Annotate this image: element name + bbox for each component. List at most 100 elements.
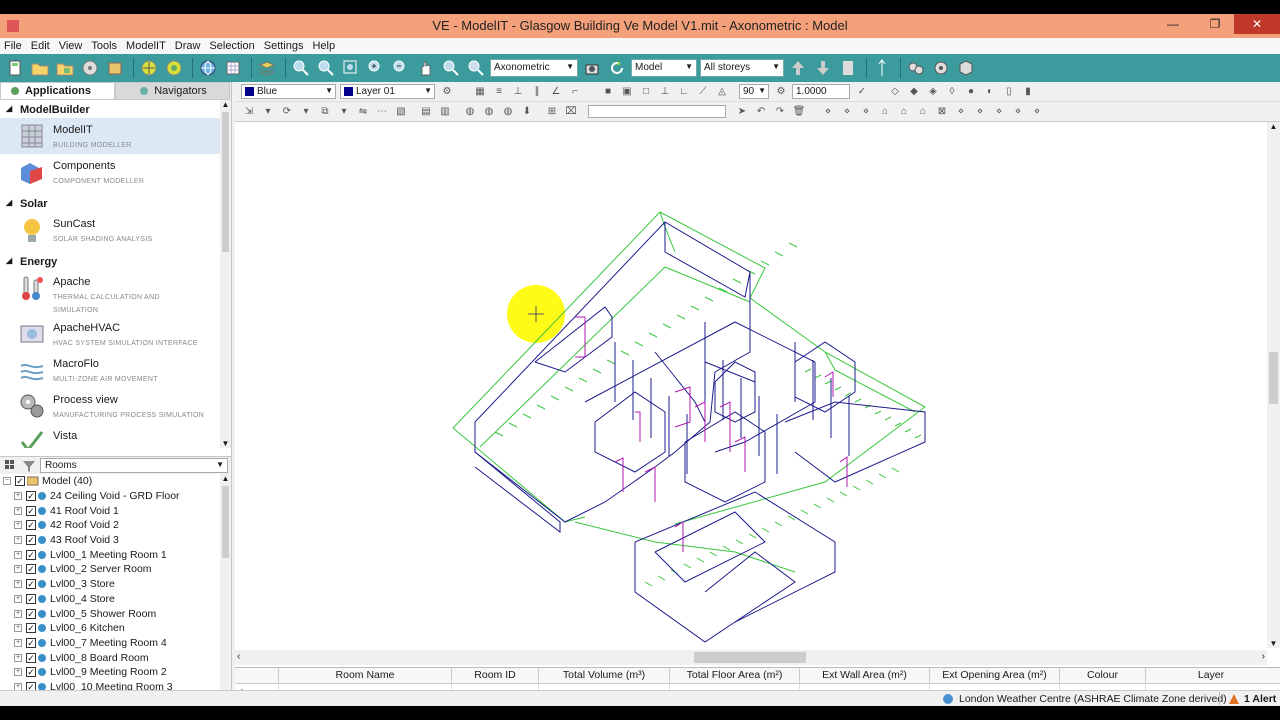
- tree-item[interactable]: + ✓ Lvl00_4 Store: [0, 592, 220, 607]
- camera-icon[interactable]: [581, 57, 603, 79]
- collapse-icon[interactable]: −: [3, 477, 11, 486]
- app-apachehvac[interactable]: ApacheHVAC HVAC SYSTEM SIMULATION INTERFA…: [0, 316, 220, 352]
- snapshot-icon[interactable]: ⊞: [544, 104, 560, 120]
- vertex-10-icon[interactable]: ⋄: [991, 104, 1007, 120]
- menu-file[interactable]: File: [4, 40, 22, 52]
- checkbox[interactable]: ✓: [26, 564, 36, 575]
- page-icon[interactable]: [837, 57, 859, 79]
- scroll-up-icon[interactable]: ▲: [220, 100, 231, 109]
- menu-modelit[interactable]: ModelIT: [126, 40, 166, 52]
- col-ext-wall-area[interactable]: Ext Wall Area (m²): [800, 668, 930, 683]
- tab-navigators[interactable]: Navigators: [115, 82, 230, 100]
- expand-icon[interactable]: +: [14, 609, 22, 618]
- zoom-previous-icon[interactable]: [440, 57, 462, 79]
- checkbox[interactable]: ✓: [26, 652, 36, 663]
- col-room-id[interactable]: Room ID: [452, 668, 539, 683]
- menu-selection[interactable]: Selection: [209, 40, 254, 52]
- menu-help[interactable]: Help: [312, 40, 335, 52]
- colour-select[interactable]: Blue ▼: [241, 84, 336, 99]
- lock-icon[interactable]: ■: [600, 84, 616, 100]
- checkbox[interactable]: ✓: [26, 549, 36, 560]
- storey-up-icon[interactable]: [787, 57, 809, 79]
- tree-root[interactable]: − ✓ Model (40): [0, 474, 220, 489]
- checkbox[interactable]: ✓: [26, 520, 36, 531]
- expand-icon[interactable]: +: [14, 638, 22, 647]
- zoom-window-icon[interactable]: [340, 57, 362, 79]
- snap-ortho-icon[interactable]: ⊥: [510, 84, 526, 100]
- layers-icon[interactable]: [256, 57, 278, 79]
- snap-edge-icon[interactable]: ⌐: [567, 84, 583, 100]
- open-folder-icon[interactable]: [29, 57, 51, 79]
- tree-item[interactable]: + ✓ 41 Roof Void 1: [0, 503, 220, 518]
- zoom-fit-icon[interactable]: [290, 57, 312, 79]
- zoom-next-icon[interactable]: [465, 57, 487, 79]
- draw-tool-2-icon[interactable]: ◆: [906, 84, 922, 100]
- grid-view-icon[interactable]: [4, 459, 18, 473]
- settings-cogs-icon[interactable]: [905, 57, 927, 79]
- extrude-icon[interactable]: ⇲: [241, 104, 257, 120]
- sphere-3-icon[interactable]: ◍: [500, 104, 516, 120]
- filter-icon[interactable]: [22, 459, 36, 473]
- minimize-button[interactable]: —: [1158, 14, 1188, 34]
- snap-lines-icon[interactable]: ≡: [491, 84, 507, 100]
- command-input[interactable]: [588, 105, 726, 118]
- canvas-vscrollbar[interactable]: ▲ ▼: [1267, 122, 1280, 648]
- open-model-icon[interactable]: [54, 57, 76, 79]
- canvas-hscrollbar[interactable]: ‹ ›: [235, 650, 1267, 665]
- draw-tool-6-icon[interactable]: ◐: [982, 84, 998, 100]
- weather-location[interactable]: London Weather Centre (ASHRAE Climate Zo…: [959, 693, 1227, 705]
- diagonal-icon[interactable]: ⟋: [695, 84, 711, 100]
- scroll-down-icon[interactable]: ▼: [220, 439, 231, 448]
- zoom-in-icon[interactable]: [315, 57, 337, 79]
- rotate-dropdown-icon[interactable]: ▾: [298, 104, 314, 120]
- copy-dropdown-icon[interactable]: ▾: [336, 104, 352, 120]
- col-total-volume[interactable]: Total Volume (m³): [539, 668, 670, 683]
- alert-count[interactable]: 1 Alert: [1244, 693, 1276, 705]
- scroll-left-icon[interactable]: ‹: [237, 651, 240, 662]
- tree-item[interactable]: + ✓ Lvl00_1 Meeting Room 1: [0, 547, 220, 562]
- view-select[interactable]: Axonometric ▼: [490, 59, 578, 77]
- scroll-right-icon[interactable]: ›: [1262, 651, 1265, 662]
- snap-grid-icon[interactable]: ▦: [472, 84, 488, 100]
- scale-input[interactable]: 1.0000: [792, 84, 850, 99]
- group-solar[interactable]: ◢ Solar: [0, 194, 220, 212]
- sphere-icon[interactable]: ◍: [462, 104, 478, 120]
- expand-icon[interactable]: +: [14, 653, 22, 662]
- angle-select[interactable]: 90 ▼: [739, 84, 769, 99]
- extrude-dropdown-icon[interactable]: ▾: [260, 104, 276, 120]
- grid-sheet-icon[interactable]: [222, 57, 244, 79]
- expand-icon[interactable]: +: [14, 492, 22, 501]
- archive-icon[interactable]: [104, 57, 126, 79]
- app-modelit[interactable]: ModelIT BUILDING MODELLER: [0, 118, 220, 154]
- vertex-1-icon[interactable]: ⋄: [820, 104, 836, 120]
- disc-icon[interactable]: [79, 57, 101, 79]
- group-modelbuilder[interactable]: ◢ ModelBuilder: [0, 100, 220, 118]
- checkbox[interactable]: ✓: [26, 623, 36, 634]
- pointer-icon[interactable]: ➤: [734, 104, 750, 120]
- scale-icon[interactable]: ⚙: [773, 84, 789, 100]
- menu-edit[interactable]: Edit: [31, 40, 50, 52]
- pan-hand-icon[interactable]: [415, 57, 437, 79]
- vertex-3-icon[interactable]: ⋄: [858, 104, 874, 120]
- checkbox[interactable]: ✓: [26, 667, 36, 678]
- checkbox[interactable]: ✓: [26, 505, 36, 516]
- draw-tool-3-icon[interactable]: ◈: [925, 84, 941, 100]
- tree-item[interactable]: + ✓ 43 Roof Void 3: [0, 533, 220, 548]
- expand-icon[interactable]: +: [14, 668, 22, 677]
- zoom-minus-icon[interactable]: [390, 57, 412, 79]
- expand-icon[interactable]: +: [14, 594, 22, 603]
- tree-item[interactable]: + ✓ Lvl00_3 Store: [0, 577, 220, 592]
- vertex-12-icon[interactable]: ⋄: [1029, 104, 1045, 120]
- rectangle-icon[interactable]: □: [638, 84, 654, 100]
- checkbox[interactable]: ✓: [15, 476, 25, 487]
- gear-icon[interactable]: [930, 57, 952, 79]
- app-vista[interactable]: Vista: [0, 424, 220, 448]
- model-canvas[interactable]: ▲ ▼: [235, 122, 1280, 648]
- menu-draw[interactable]: Draw: [175, 40, 201, 52]
- expand-icon[interactable]: +: [14, 550, 22, 559]
- vertex-11-icon[interactable]: ⋄: [1010, 104, 1026, 120]
- col-layer[interactable]: Layer: [1146, 668, 1276, 683]
- perpendicular-icon[interactable]: ⊥: [657, 84, 673, 100]
- expand-icon[interactable]: +: [14, 580, 22, 589]
- expand-icon[interactable]: +: [14, 565, 22, 574]
